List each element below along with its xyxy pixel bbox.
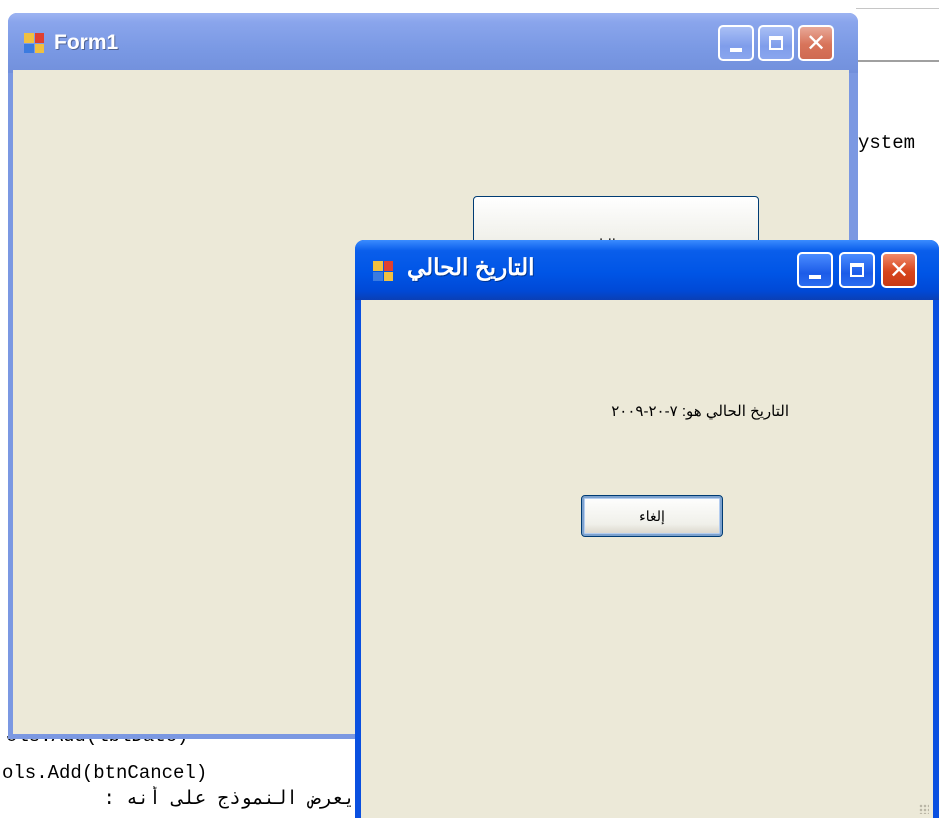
- maximize-icon: [769, 36, 783, 50]
- form1-titlebar[interactable]: Form1 ✕: [8, 13, 858, 73]
- code-line: يعرض النموذج على أنه :: [103, 788, 355, 810]
- close-icon: ✕: [805, 29, 827, 57]
- dialog-title: التاريخ الحالي: [407, 254, 535, 280]
- close-button[interactable]: ✕: [798, 25, 834, 61]
- code-text-fragment: ystem: [858, 132, 916, 154]
- maximize-button[interactable]: [758, 25, 794, 61]
- editor-divider: [856, 60, 939, 62]
- cancel-button-label: إلغاء: [639, 507, 665, 524]
- app-icon: [373, 261, 393, 281]
- form1-title: Form1: [54, 31, 119, 54]
- editor-divider: [856, 8, 939, 9]
- maximize-button[interactable]: [839, 252, 875, 288]
- dialog-client-area: التاريخ الحالي هو: ٧-٢٠-٢٠٠٩ إلغاء: [361, 300, 933, 818]
- minimize-icon: [730, 48, 742, 52]
- minimize-icon: [809, 275, 821, 279]
- maximize-icon: [850, 263, 864, 277]
- resize-grip[interactable]: [919, 804, 929, 814]
- close-icon: ✕: [888, 256, 910, 284]
- current-date-label: التاريخ الحالي هو: ٧-٢٠-٢٠٠٩: [611, 403, 789, 420]
- date-dialog-window: ✕ التاريخ الحالي التاريخ الحالي هو: ٧-٢٠…: [355, 240, 939, 818]
- cancel-button[interactable]: إلغاء: [581, 495, 723, 537]
- app-icon: [24, 33, 44, 53]
- minimize-button[interactable]: [718, 25, 754, 61]
- dialog-titlebar[interactable]: ✕ التاريخ الحالي: [355, 240, 939, 300]
- code-line-clipped: يعرض النموذج على أنه :: [0, 786, 355, 812]
- minimize-button[interactable]: [797, 252, 833, 288]
- close-button[interactable]: ✕: [881, 252, 917, 288]
- code-line: ols.Add(btnCancel): [2, 762, 208, 784]
